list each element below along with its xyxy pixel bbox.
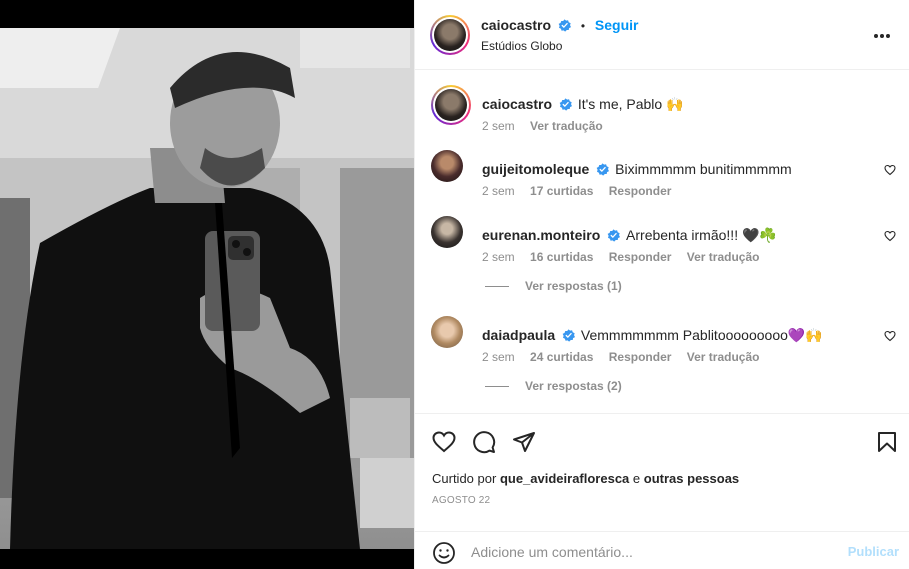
heart-icon[interactable] bbox=[884, 330, 896, 342]
post-photo-frame bbox=[0, 0, 414, 569]
photo-scene bbox=[0, 28, 414, 549]
comment-text-line: daiadpaula Vemmmmmmm Pablitooooooooo💜🙌 bbox=[482, 326, 872, 344]
view-replies-label[interactable]: Ver respostas (1) bbox=[525, 279, 622, 293]
author-line: caiocastro • Seguir bbox=[481, 17, 639, 33]
liked-by-line: Curtido por que_avideiraflorescа e outra… bbox=[432, 471, 739, 486]
comment-icon[interactable] bbox=[472, 430, 496, 454]
heart-icon[interactable] bbox=[884, 164, 896, 176]
view-replies-label[interactable]: Ver respostas (2) bbox=[525, 379, 622, 393]
verified-badge-icon bbox=[559, 98, 572, 111]
reply-button[interactable]: Responder bbox=[609, 250, 672, 264]
comment-text: Vemmmmmmm Pablitooooooooo💜🙌 bbox=[580, 327, 823, 343]
comment-text: Arrebenta irmão!!! 🖤☘️ bbox=[626, 227, 777, 243]
heart-icon[interactable] bbox=[432, 430, 456, 454]
commenter-avatar[interactable] bbox=[431, 216, 463, 248]
comment-meta: 2 sem 16 curtidas Responder Ver tradução bbox=[482, 250, 771, 264]
comment-meta: 2 sem 24 curtidas Responder Ver tradução bbox=[482, 350, 771, 364]
reply-button[interactable]: Responder bbox=[609, 350, 672, 364]
follow-button[interactable]: Seguir bbox=[595, 17, 639, 33]
post-side-panel: caiocastro • Seguir Estúdios Globo caioc… bbox=[414, 0, 909, 569]
verified-badge-icon bbox=[596, 163, 610, 176]
comment-username[interactable]: daiadpaula bbox=[482, 327, 555, 343]
comment-meta: 2 sem 17 curtidas Responder bbox=[482, 184, 683, 198]
liked-by-and: e bbox=[632, 471, 641, 486]
caption-username[interactable]: caiocastro bbox=[482, 96, 552, 112]
liked-by-user[interactable]: que_avideiraflorescа bbox=[500, 471, 629, 486]
reply-button[interactable]: Responder bbox=[609, 184, 672, 198]
comment-likes[interactable]: 17 curtidas bbox=[530, 184, 593, 198]
author-avatar[interactable] bbox=[430, 15, 470, 55]
replies-divider bbox=[485, 286, 509, 288]
separator-dot: • bbox=[580, 19, 586, 33]
verified-badge-icon bbox=[562, 329, 576, 342]
caption-avatar[interactable] bbox=[431, 85, 471, 125]
more-options-icon[interactable] bbox=[874, 25, 896, 45]
comment-input[interactable] bbox=[471, 538, 831, 566]
replies-divider bbox=[485, 386, 509, 388]
liked-by-prefix: Curtido por bbox=[432, 471, 497, 486]
verified-badge-icon bbox=[607, 229, 621, 242]
caption-meta: 2 sem Ver tradução bbox=[482, 119, 615, 133]
translate-link[interactable]: Ver tradução bbox=[687, 250, 760, 264]
post-photo[interactable] bbox=[0, 28, 414, 549]
caption-time[interactable]: 2 sem bbox=[482, 119, 515, 133]
verified-badge-icon bbox=[558, 19, 571, 32]
view-replies-button[interactable]: Ver respostas (1) bbox=[485, 279, 622, 293]
comments-section: caiocastro It's me, Pablo 🙌 2 sem Ver tr… bbox=[415, 71, 909, 413]
commenter-avatar[interactable] bbox=[431, 316, 463, 348]
paper-plane-icon[interactable] bbox=[512, 430, 536, 454]
add-comment-bar: Publicar bbox=[415, 531, 909, 569]
bookmark-icon[interactable] bbox=[875, 430, 899, 454]
view-replies-button[interactable]: Ver respostas (2) bbox=[485, 379, 622, 393]
author-username[interactable]: caiocastro bbox=[481, 17, 551, 33]
post-location[interactable]: Estúdios Globo bbox=[481, 39, 562, 53]
caption-text: It's me, Pablo 🙌 bbox=[577, 96, 684, 112]
post-header: caiocastro • Seguir Estúdios Globo bbox=[415, 0, 909, 70]
post-date[interactable]: AGOSTO 22 bbox=[432, 495, 490, 506]
caption-translate-link[interactable]: Ver tradução bbox=[530, 119, 603, 133]
post-actions: Curtido por que_avideiraflorescа e outra… bbox=[415, 413, 909, 528]
comment-username[interactable]: eurenan.monteiro bbox=[482, 227, 600, 243]
comment-time[interactable]: 2 sem bbox=[482, 250, 515, 264]
comment-text: Biximmmmm bunitimmmmm bbox=[615, 161, 792, 177]
translate-link[interactable]: Ver tradução bbox=[687, 350, 760, 364]
liked-by-others[interactable]: outras pessoas bbox=[644, 471, 739, 486]
comment-username[interactable]: guijeitomoleque bbox=[482, 161, 589, 177]
smiley-icon[interactable] bbox=[432, 541, 456, 565]
commenter-avatar[interactable] bbox=[431, 150, 463, 182]
caption-text-line: caiocastro It's me, Pablo 🙌 bbox=[482, 95, 872, 113]
instagram-post-view: caiocastro • Seguir Estúdios Globo caioc… bbox=[0, 0, 909, 569]
publish-button[interactable]: Publicar bbox=[848, 544, 899, 559]
comment-text-line: eurenan.monteiro Arrebenta irmão!!! 🖤☘️ bbox=[482, 226, 872, 244]
comment-time[interactable]: 2 sem bbox=[482, 350, 515, 364]
comment-time[interactable]: 2 sem bbox=[482, 184, 515, 198]
comment-text-line: guijeitomoleque Biximmmmm bunitimmmmm bbox=[482, 160, 872, 178]
comment-likes[interactable]: 24 curtidas bbox=[530, 350, 593, 364]
heart-icon[interactable] bbox=[884, 230, 896, 242]
comment-likes[interactable]: 16 curtidas bbox=[530, 250, 593, 264]
